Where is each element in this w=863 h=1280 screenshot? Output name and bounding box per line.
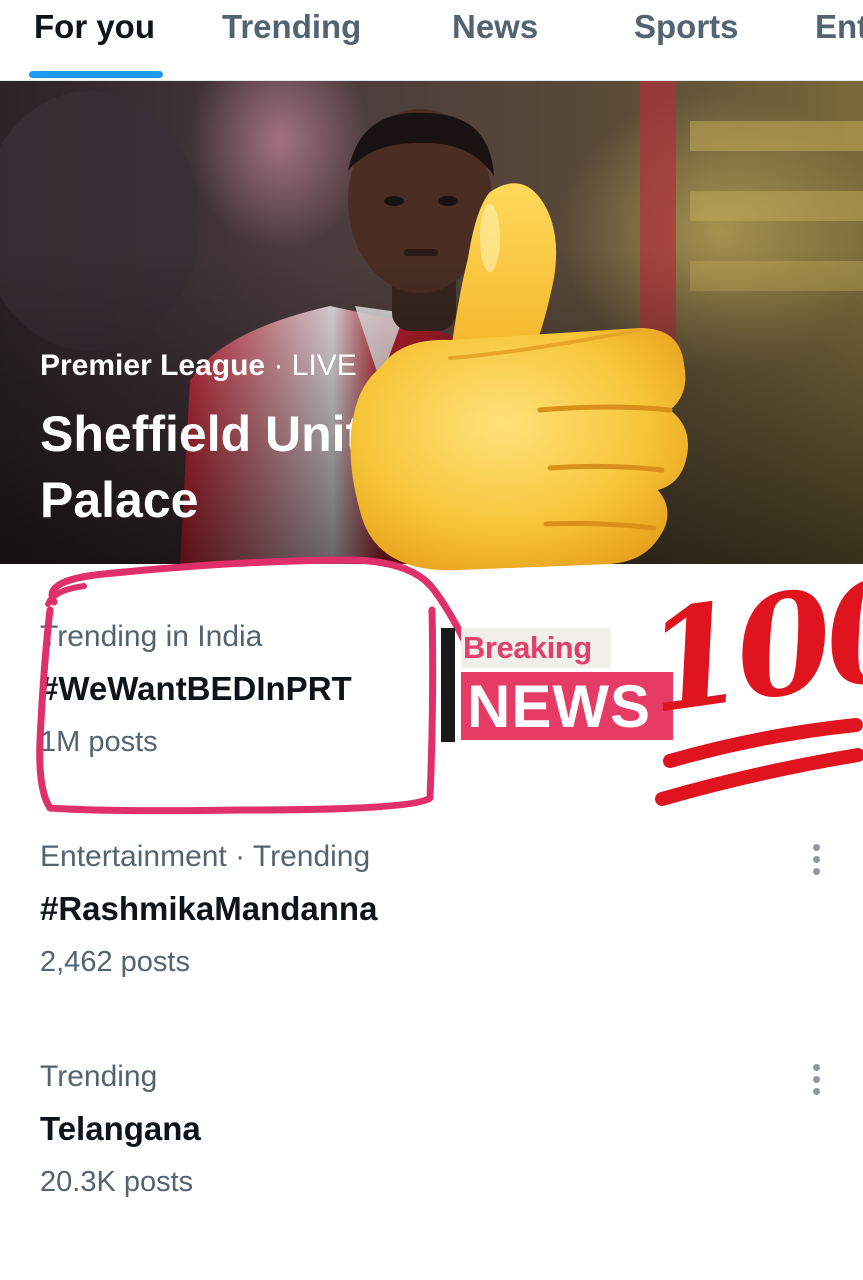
trend-context: Entertainment · Trending (40, 840, 371, 873)
event-meta: Premier League · LIVE (40, 349, 357, 383)
trend-context: Trending (40, 1060, 158, 1093)
tab-trending[interactable]: Trending (222, 6, 361, 48)
news-label: NEWS (467, 673, 651, 740)
hundred-points-emoji: 100 (636, 546, 863, 815)
meta-separator: · (265, 349, 292, 382)
trend-item[interactable]: Entertainment · Trending #RashmikaMandan… (0, 840, 863, 1060)
explore-tabs: For you Trending News Sports Ent (0, 0, 863, 81)
highlight-circle-annotation (36, 556, 468, 815)
tab-for-you[interactable]: For you (34, 6, 155, 48)
breaking-news-sticker: Breaking NEWS (441, 628, 673, 742)
tab-sports[interactable]: Sports (634, 6, 739, 48)
trend-post-count: 2,462 posts (40, 946, 190, 978)
active-tab-indicator (29, 71, 163, 78)
trend-post-count: 20.3K posts (40, 1166, 194, 1198)
hundred-underline (655, 718, 863, 806)
more-options-icon[interactable] (813, 1064, 821, 1098)
tab-entertainment[interactable]: Ent (815, 6, 863, 48)
trend-name: #RashmikaMandanna (40, 890, 378, 927)
trend-name: Telangana (40, 1110, 201, 1147)
thumbs-up-icon (350, 183, 688, 571)
sticker-edge (441, 628, 455, 742)
breaking-label: Breaking (463, 630, 592, 665)
event-league: Premier League (40, 349, 266, 382)
tab-news[interactable]: News (452, 6, 538, 48)
trend-item[interactable]: Trending Telangana 20.3K posts (0, 1060, 863, 1280)
more-options-icon[interactable] (813, 844, 821, 878)
